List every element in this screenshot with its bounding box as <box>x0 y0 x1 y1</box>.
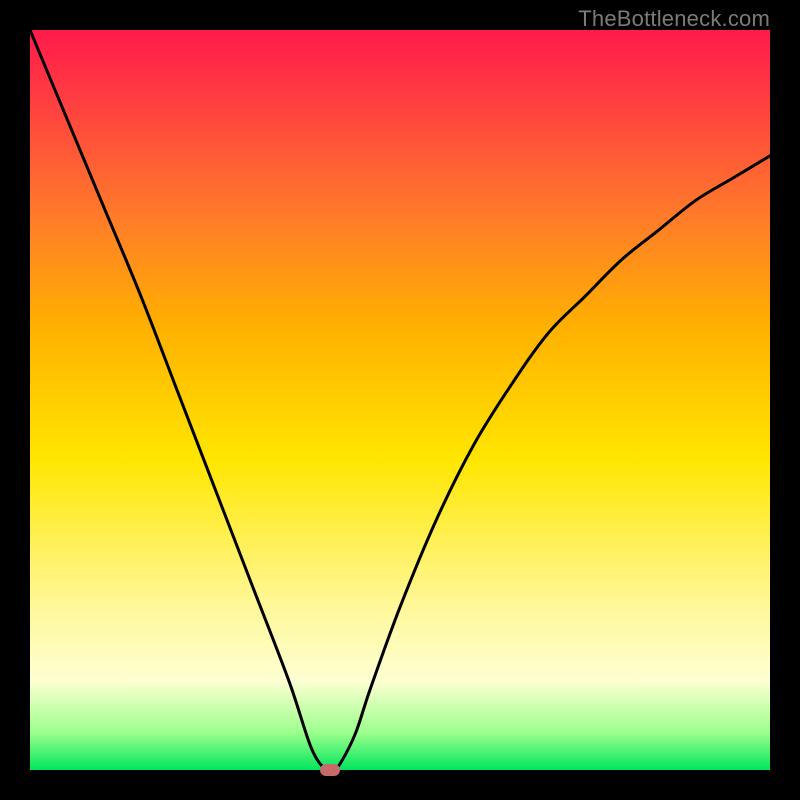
curve-svg <box>30 30 770 770</box>
watermark-text: TheBottleneck.com <box>578 6 770 32</box>
plot-area <box>30 30 770 770</box>
bottleneck-curve <box>30 30 770 770</box>
chart-frame: TheBottleneck.com <box>0 0 800 800</box>
optimal-point-marker <box>320 764 340 776</box>
